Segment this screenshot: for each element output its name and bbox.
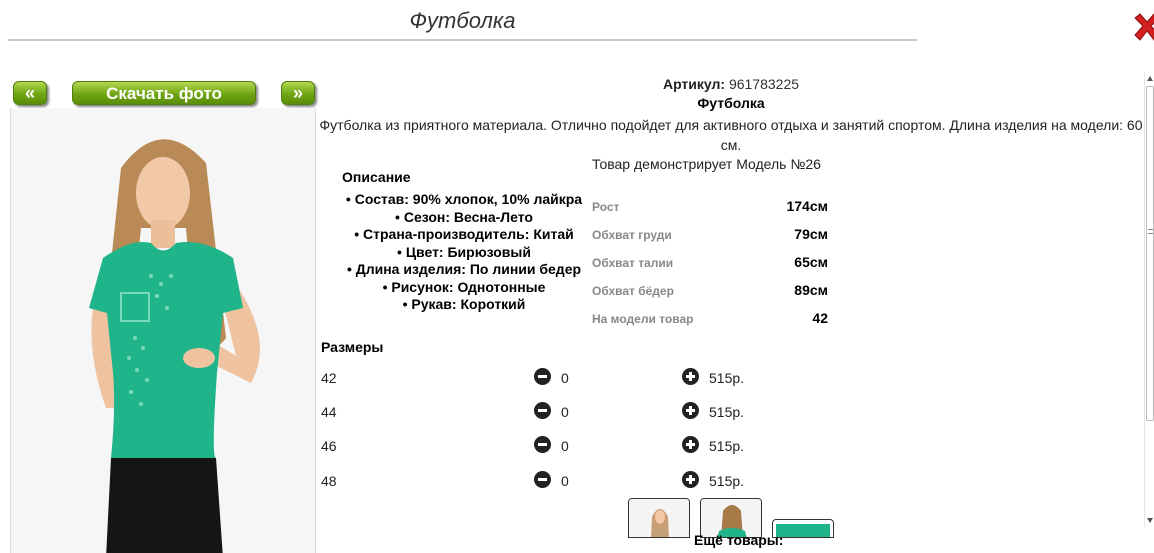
thumbnail-image (776, 524, 830, 537)
product-description: Футболка из приятного материала. Отлично… (319, 117, 1143, 153)
measurement-row: Обхват бёдер 89см (592, 282, 828, 310)
measurement-value: 65см (794, 254, 828, 270)
grip-icon (1148, 229, 1153, 234)
size-row: 46 0 515р. (318, 436, 818, 458)
feature-item: Цвет: Бирюзовый (336, 244, 592, 262)
plus-icon[interactable] (682, 436, 699, 453)
measurement-row: Обхват талии 65см (592, 254, 828, 282)
product-name: Футболка (697, 95, 765, 111)
close-icon[interactable] (1132, 12, 1154, 42)
minus-icon[interactable] (534, 471, 551, 488)
feature-item: Страна-производитель: Китай (336, 226, 592, 244)
model-demo-text: Товар демонстрирует Модель №26 (592, 156, 821, 172)
measurement-row: Обхват груди 79см (592, 226, 828, 254)
size-row: 48 0 515р. (318, 471, 818, 493)
size-price: 515р. (709, 370, 745, 386)
size-price: 515р. (709, 473, 745, 489)
title-divider (8, 39, 917, 41)
size-label: 44 (321, 404, 337, 420)
article-line: Артикул: 961783225 (318, 76, 1144, 92)
feature-list: Состав: 90% хлопок, 10% лайкра Сезон: Ве… (336, 191, 592, 314)
size-row: 42 0 515р. (318, 368, 818, 390)
measurement-row: На модели товар 42 (592, 310, 828, 338)
thumbnail-photo-1[interactable] (628, 498, 690, 538)
plus-icon[interactable] (682, 368, 699, 385)
measurement-label: Обхват талии (592, 256, 674, 270)
size-row: 44 0 515р. (318, 402, 818, 424)
scroll-down-icon[interactable] (1147, 518, 1153, 523)
size-price: 515р. (709, 404, 745, 420)
measurement-label: Обхват груди (592, 228, 672, 242)
measurement-label: Рост (592, 200, 620, 214)
plus-icon[interactable] (682, 402, 699, 419)
minus-icon[interactable] (534, 436, 551, 453)
measurement-label: Обхват бёдер (592, 284, 674, 298)
measurement-row: Рост 174см (592, 198, 828, 226)
scroll-up-icon[interactable] (1147, 76, 1153, 81)
model-measurements: Рост 174см Обхват груди 79см Обхват тали… (592, 198, 828, 338)
model-photo-image (11, 108, 315, 553)
feature-item: Длина изделия: По линии бедер (336, 261, 592, 279)
download-photo-button[interactable]: Скачать фото (72, 81, 256, 105)
measurement-value: 89см (794, 282, 828, 298)
sizes-heading: Размеры (321, 339, 384, 355)
size-label: 42 (321, 370, 337, 386)
thumbnail-image (629, 499, 689, 537)
more-products-label: Ещё товары: (694, 532, 784, 548)
plus-icon[interactable] (682, 471, 699, 488)
quantity-value: 0 (561, 473, 569, 489)
feature-item: Рисунок: Однотонные (336, 279, 592, 297)
minus-icon[interactable] (534, 368, 551, 385)
measurement-value: 79см (794, 226, 828, 242)
article-value: 961783225 (728, 76, 800, 92)
quantity-value: 0 (561, 438, 569, 454)
next-photo-button[interactable]: » (281, 81, 315, 105)
prev-photo-button[interactable]: « (13, 81, 47, 105)
measurement-value: 42 (812, 310, 828, 326)
feature-item: Состав: 90% хлопок, 10% лайкра (336, 191, 592, 209)
scrollbar[interactable] (1144, 72, 1154, 527)
feature-item: Сезон: Весна-Лето (336, 209, 592, 227)
page-title: Футболка (409, 8, 516, 33)
description-heading: Описание (342, 169, 411, 185)
quantity-value: 0 (561, 370, 569, 386)
measurement-value: 174см (786, 198, 828, 214)
size-label: 48 (321, 473, 337, 489)
size-label: 46 (321, 438, 337, 454)
minus-icon[interactable] (534, 402, 551, 419)
measurement-label: На модели товар (592, 312, 694, 326)
scrollbar-thumb[interactable] (1146, 86, 1154, 421)
size-price: 515р. (709, 438, 745, 454)
feature-item: Рукав: Короткий (336, 296, 592, 314)
article-label: Артикул: (662, 76, 726, 92)
quantity-value: 0 (561, 404, 569, 420)
product-photo[interactable] (10, 108, 316, 553)
